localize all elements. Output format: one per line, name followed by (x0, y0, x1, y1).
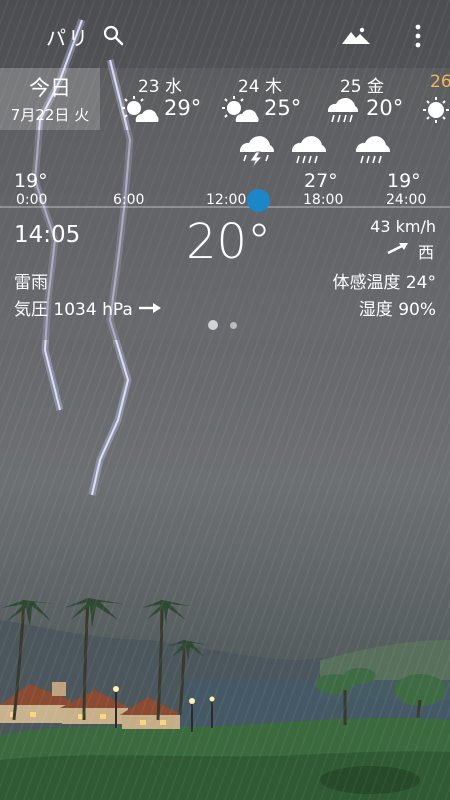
weather-condition: 雷雨 (14, 273, 48, 293)
sun-icon (423, 97, 449, 123)
day-item[interactable]: 24 木 25° (210, 68, 310, 130)
day-temp: 29° (164, 96, 202, 120)
top-bar: パリ (0, 0, 450, 66)
page-dot (230, 322, 237, 329)
hour-temp: 19° (14, 170, 48, 192)
day-item[interactable]: 25 金 20° (312, 68, 412, 130)
page-dot-active (208, 320, 218, 330)
thunderstorm-icon (239, 136, 275, 168)
today-date: 7月22日 火 (10, 106, 90, 124)
day-label: 26 (430, 72, 450, 92)
day-temp: 20° (366, 96, 404, 120)
hourly-timeline[interactable] (0, 206, 450, 208)
pressure-trend-arrow-icon (139, 303, 161, 313)
current-time: 14:05 (14, 222, 81, 248)
day-label: 24 木 (237, 77, 283, 97)
city-name[interactable]: パリ (46, 22, 90, 51)
current-time-marker[interactable] (247, 189, 270, 212)
sun-cloud-icon (122, 96, 159, 122)
day-label: 25 金 (339, 77, 385, 97)
wind-speed: 43 km/h (370, 217, 436, 236)
pressure: 気圧 1034 hPa (14, 300, 133, 320)
landscape-icon[interactable] (342, 26, 370, 46)
wind-arrow-icon (387, 243, 408, 255)
sun-cloud-icon (222, 96, 259, 122)
rain-icon (291, 136, 327, 164)
rain-cloud-icon (327, 97, 359, 123)
day-item[interactable]: 23 水 29° (110, 68, 210, 130)
day-temp: 25° (264, 96, 302, 120)
current-temperature: 20° (186, 214, 272, 270)
feels-like: 体感温度 24° (332, 273, 436, 293)
hour-temp: 19° (387, 170, 421, 192)
daily-forecast-strip[interactable]: 今日 7月22日 火 23 水 29° 24 木 25° 25 金 20° 26 (0, 68, 450, 130)
today-tab[interactable]: 今日 7月22日 火 (0, 68, 100, 130)
page-indicator (208, 320, 248, 332)
more-vert-icon[interactable] (408, 24, 428, 48)
rain-icon (355, 136, 391, 164)
day-item[interactable]: 26 (400, 68, 450, 130)
day-label: 23 水 (137, 77, 183, 97)
hour-temp: 27° (304, 170, 338, 192)
search-icon[interactable] (102, 24, 124, 46)
today-label: 今日 (29, 76, 71, 100)
humidity: 湿度 90% (358, 300, 436, 320)
wind-direction: 西 (417, 243, 434, 262)
